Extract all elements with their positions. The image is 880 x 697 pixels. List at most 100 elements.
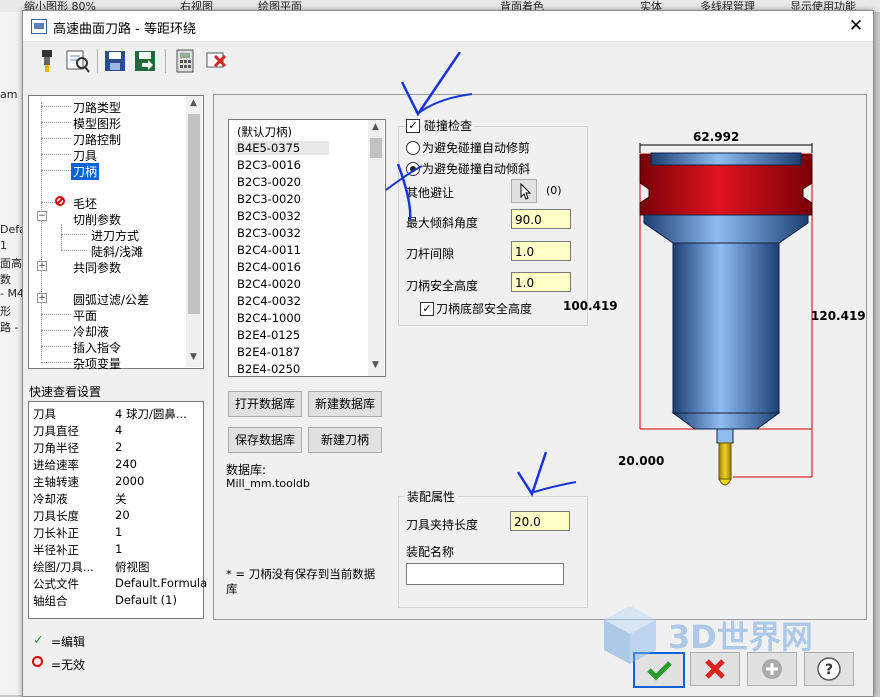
collapse-icon[interactable]: −: [37, 211, 47, 221]
assembly-name-label: 装配名称: [406, 545, 455, 559]
tree-item-toolpath-control[interactable]: 刀路控制: [73, 131, 121, 148]
invalid-icon: [55, 196, 65, 206]
qv-value: 关: [115, 492, 127, 506]
tool-icon[interactable]: [35, 48, 59, 74]
bg-fragment: 面高: [0, 257, 22, 270]
tree-item-insert-codes[interactable]: 插入指令: [73, 339, 121, 356]
holder-list-item[interactable]: B2E4-0250: [235, 362, 302, 376]
tree-item-misc-values[interactable]: 杂项变量: [73, 355, 121, 372]
tree-line: [41, 106, 71, 107]
grip-length-input[interactable]: 20.0: [510, 511, 570, 531]
tree-item-arc-filter[interactable]: 圆弧过滤/公差: [73, 291, 149, 308]
holder-list-item[interactable]: B2C3-0032: [235, 209, 303, 223]
qv-key: 刀具长度: [33, 509, 79, 523]
tree-item-coolant[interactable]: 冷却液: [73, 323, 109, 340]
scroll-thumb[interactable]: [188, 114, 200, 314]
toolbar-separator: [97, 49, 98, 73]
holder-list-item[interactable]: B2C4-1000: [235, 311, 303, 325]
qv-value: 4: [115, 423, 123, 437]
qv-value: 2: [115, 440, 123, 454]
tree-item-plane[interactable]: 平面: [73, 307, 97, 324]
max-tilt-input[interactable]: 90.0: [511, 209, 571, 229]
tree-line: [41, 122, 71, 123]
scroll-up-icon[interactable]: ▲: [190, 98, 197, 108]
qv-value: Default.Formula: [115, 576, 208, 590]
export-icon[interactable]: [133, 48, 157, 74]
select-pointer-button[interactable]: [511, 179, 537, 203]
holder-list-item[interactable]: B2C4-0011: [235, 243, 303, 257]
tree-line: [41, 314, 71, 315]
holder-list-item[interactable]: B2C4-0020: [235, 277, 303, 291]
tree-item-model-geometry[interactable]: 模型图形: [73, 115, 121, 132]
database-label: 数据库:: [226, 463, 267, 477]
expand-icon[interactable]: +: [37, 293, 47, 303]
holder-safe-input[interactable]: 1.0: [511, 272, 571, 292]
tree-item-holder[interactable]: 刀柄: [71, 163, 100, 180]
close-button[interactable]: ✕: [843, 14, 869, 38]
qv-key: 刀角半径: [33, 441, 79, 455]
holder-list-item[interactable]: B2E4-0187: [235, 345, 302, 359]
tree-line: [41, 170, 71, 171]
holder-list-item[interactable]: B2C3-0016: [235, 158, 303, 172]
tree-item-toolpath-type[interactable]: 刀路类型: [73, 99, 121, 116]
tree-scrollbar[interactable]: ▲ ▼: [186, 96, 202, 367]
annotation-mark: [516, 452, 577, 497]
holder-list-item[interactable]: B2C3-0020: [235, 175, 303, 189]
holder-list: (默认刀柄) B4E5-0375 B2C3-0016 B2C3-0020 B2C3-00…: [228, 119, 386, 377]
annotation-marks: [385, 52, 473, 221]
qv-key: 进给速率: [33, 458, 79, 472]
scroll-up-icon[interactable]: ▲: [372, 122, 379, 132]
qv-value: 4 球刀/圆鼻...: [115, 407, 187, 421]
qv-key: 公式文件: [33, 577, 79, 591]
holder-list-item[interactable]: B2C3-0020: [235, 192, 303, 206]
background-side-panel: am 刀 Defa 1 面高 数 - M4 形 路 -: [0, 12, 32, 695]
holder-list-item[interactable]: B4E5-0375: [235, 141, 329, 155]
qv-key: 绘图/刀具...: [33, 560, 94, 574]
unsaved-note: * = 刀柄没有保存到当前数据库: [226, 567, 376, 596]
tree-line: [41, 202, 55, 203]
qv-key: 冷却液: [33, 492, 68, 506]
qv-value: 240: [115, 457, 137, 471]
tree-item-steep-shallow[interactable]: 陡斜/浅滩: [91, 243, 143, 260]
shank-clearance-label: 刀杆间隙: [406, 247, 455, 261]
scroll-down-icon[interactable]: ▼: [190, 352, 197, 362]
tree-line: [61, 234, 87, 235]
holder-list-item[interactable]: (默认刀柄): [235, 124, 294, 140]
qv-value: 20: [115, 508, 130, 522]
qv-value: 1: [115, 542, 123, 556]
check-icon: ✓: [33, 633, 44, 648]
tree-item-entry[interactable]: 进刀方式: [91, 227, 139, 244]
expand-icon[interactable]: +: [37, 261, 47, 271]
assembly-name-input[interactable]: [406, 563, 564, 585]
holder-list-item[interactable]: B2C3-0032: [235, 226, 303, 240]
scroll-down-icon[interactable]: ▼: [372, 360, 379, 370]
qv-value: 俯视图: [115, 560, 150, 574]
holder-list-item[interactable]: B2C4-0032: [235, 294, 303, 308]
invalid-icon: [32, 656, 43, 667]
parameter-tree: 刀路类型 模型图形 刀路控制 刀具 刀柄 毛坯 − 切削参数 进刀方式 陡斜/浅…: [28, 95, 204, 372]
holder-list-item[interactable]: B2C4-0016: [235, 260, 303, 274]
holder-bottom-checkbox[interactable]: ✓: [420, 302, 434, 316]
tree-item-cut-params[interactable]: 切削参数: [73, 211, 121, 228]
open-database-button[interactable]: 打开数据库: [228, 391, 302, 417]
svg-text:?: ?: [825, 662, 833, 678]
bg-fragment: - M4: [0, 287, 24, 300]
tree-line: [61, 250, 87, 251]
qv-key: 刀长补正: [33, 526, 79, 540]
save-icon[interactable]: [103, 48, 127, 74]
delete-icon[interactable]: [205, 48, 229, 74]
dimension-bottom: 20.000: [618, 454, 665, 468]
new-database-button[interactable]: 新建数据库: [308, 391, 382, 417]
legend-edit: =编辑: [51, 635, 86, 649]
tree-item-stock[interactable]: 毛坯: [73, 195, 97, 212]
new-holder-button[interactable]: 新建刀柄: [308, 427, 382, 453]
holder-list-item[interactable]: B2E4-0125: [235, 328, 302, 342]
tree-item-common-params[interactable]: 共同参数: [73, 259, 121, 276]
quick-view-title: 快速查看设置: [29, 385, 102, 399]
preview-icon[interactable]: [65, 48, 90, 74]
tree-item-tool[interactable]: 刀具: [73, 147, 97, 164]
calculator-icon[interactable]: [173, 48, 197, 74]
holder-page: (默认刀柄) B4E5-0375 B2C3-0016 B2C3-0020 B2C3-00…: [213, 94, 867, 620]
save-database-button[interactable]: 保存数据库: [228, 427, 302, 453]
shank-clearance-input[interactable]: 1.0: [511, 241, 571, 261]
